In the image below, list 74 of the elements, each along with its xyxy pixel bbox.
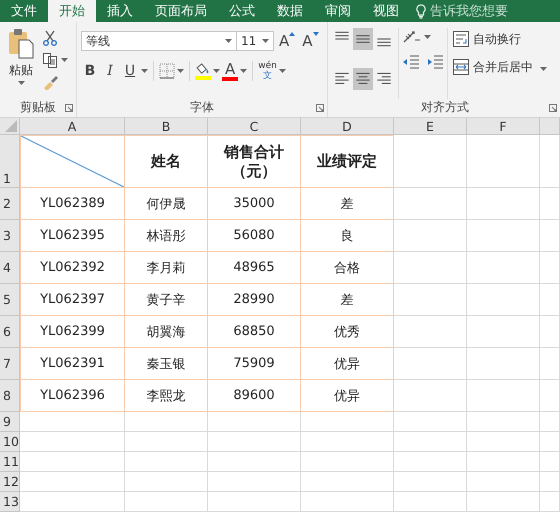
ribbon-tab[interactable]: 插入 bbox=[96, 0, 144, 22]
group-label: 字体 bbox=[189, 99, 215, 115]
grow-font-button[interactable]: A bbox=[277, 32, 298, 50]
row-header[interactable]: 5 bbox=[0, 284, 20, 316]
ribbon-tab[interactable]: 文件 bbox=[0, 0, 48, 22]
row-header[interactable]: 3 bbox=[0, 220, 20, 252]
table-cell: YL062392 bbox=[20, 252, 125, 284]
table-cell: 何伊晟 bbox=[125, 188, 208, 220]
table-cell: 优秀 bbox=[301, 316, 394, 348]
ribbon-tab[interactable]: 审阅 bbox=[314, 0, 362, 22]
table-cell: 89600 bbox=[208, 380, 301, 412]
font-color-button[interactable]: A bbox=[222, 62, 238, 80]
wrap-text-button[interactable]: 自动换行 bbox=[452, 30, 547, 48]
table-cell: YL062391 bbox=[20, 348, 125, 380]
table-cell: 56080 bbox=[208, 220, 301, 252]
table-cell: 黄子辛 bbox=[125, 284, 208, 316]
table-cell: 68850 bbox=[208, 316, 301, 348]
underline-button[interactable]: U bbox=[121, 63, 139, 79]
table-cell: YL062389 bbox=[20, 188, 125, 220]
row-header[interactable]: 6 bbox=[0, 316, 20, 348]
column-header[interactable]: D bbox=[301, 118, 394, 135]
table-cell: 秦玉银 bbox=[125, 348, 208, 380]
row-header[interactable]: 1 bbox=[0, 135, 20, 188]
bold-button[interactable]: B bbox=[81, 63, 99, 79]
header-cell: 销售合计（元） bbox=[208, 135, 301, 188]
header-cell: 业绩评定 bbox=[301, 135, 394, 188]
column-header[interactable]: A bbox=[20, 118, 125, 135]
italic-button[interactable]: I bbox=[101, 63, 119, 79]
font-name-field[interactable]: 等线 bbox=[81, 31, 237, 51]
table-cell: YL062397 bbox=[20, 284, 125, 316]
row-header[interactable]: 10 bbox=[0, 432, 20, 452]
column-header[interactable]: E bbox=[394, 118, 467, 135]
table-cell: 胡翼海 bbox=[125, 316, 208, 348]
table-cell: 优异 bbox=[301, 348, 394, 380]
column-header[interactable]: C bbox=[208, 118, 301, 135]
ribbon-tab[interactable]: 页面布局 bbox=[144, 0, 218, 22]
paste-button[interactable]: 粘贴 bbox=[4, 28, 38, 99]
header-cell: 姓名 bbox=[125, 135, 208, 188]
table-cell: 75909 bbox=[208, 348, 301, 380]
group-label: 对齐方式 bbox=[420, 99, 470, 115]
table-cell: 林语彤 bbox=[125, 220, 208, 252]
table-cell: 28990 bbox=[208, 284, 301, 316]
column-header[interactable]: B bbox=[125, 118, 208, 135]
table-cell: 合格 bbox=[301, 252, 394, 284]
table-cell: YL062395 bbox=[20, 220, 125, 252]
group-label: 剪贴板 bbox=[19, 99, 57, 115]
table-cell: 良 bbox=[301, 220, 394, 252]
row-header[interactable]: 2 bbox=[0, 188, 20, 220]
phonetic-guide-button[interactable]: wén 文 bbox=[258, 61, 277, 81]
shrink-font-button[interactable]: A bbox=[300, 32, 321, 50]
tell-me-field[interactable]: 告诉我您想要 bbox=[430, 4, 520, 18]
row-header[interactable]: 4 bbox=[0, 252, 20, 284]
row-header[interactable]: 9 bbox=[0, 412, 20, 432]
merge-center-button[interactable]: 合并后居中 bbox=[452, 58, 547, 76]
row-header[interactable]: 12 bbox=[0, 472, 20, 492]
table-cell: YL062396 bbox=[20, 380, 125, 412]
font-size-field[interactable]: 11 bbox=[236, 31, 274, 51]
column-header[interactable]: F bbox=[467, 118, 540, 135]
row-header[interactable]: 11 bbox=[0, 452, 20, 472]
table-cell: 优异 bbox=[301, 380, 394, 412]
table-cell: 48965 bbox=[208, 252, 301, 284]
table-cell: YL062399 bbox=[20, 316, 125, 348]
row-header[interactable]: 7 bbox=[0, 348, 20, 380]
table-cell: 李熙龙 bbox=[125, 380, 208, 412]
table-cell: 差 bbox=[301, 284, 394, 316]
ribbon-tab[interactable]: 数据 bbox=[266, 0, 314, 22]
table-cell: 差 bbox=[301, 188, 394, 220]
row-header[interactable]: 8 bbox=[0, 380, 20, 412]
ribbon-tab[interactable]: 开始 bbox=[48, 0, 96, 22]
ribbon-tab[interactable]: 视图 bbox=[362, 0, 410, 22]
row-header[interactable]: 13 bbox=[0, 492, 20, 512]
table-cell: 35000 bbox=[208, 188, 301, 220]
ribbon-tab[interactable]: 公式 bbox=[218, 0, 266, 22]
table-cell: 李月莉 bbox=[125, 252, 208, 284]
